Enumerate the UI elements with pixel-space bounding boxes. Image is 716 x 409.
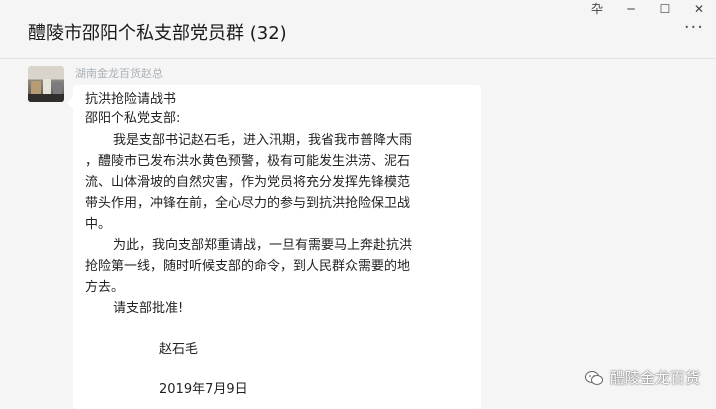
message-bubble[interactable]: 抗洪抢险请战书 邵阳个私党支部: 我是支部书记赵石毛，进入汛期，我省我市普降大雨… xyxy=(67,85,481,409)
title-bar: 醴陵市邵阳个私支部党员群 (32) 卆 ─ ☐ ✕ ··· xyxy=(0,0,716,59)
letter-line: 我是支部书记赵石毛，进入汛期，我省我市普降大雨 xyxy=(113,133,413,148)
minimize-button[interactable]: ─ xyxy=(614,0,648,20)
wechat-icon xyxy=(584,370,603,385)
letter-line: 中。 xyxy=(85,217,112,232)
chat-title: 醴陵市邵阳个私支部党员群 (32) xyxy=(28,23,287,44)
letter-date: 2019年7月9日 xyxy=(159,382,248,397)
letter-line: 流、山体滑坡的自然灾害，作为党员将充分发挥先锋模范 xyxy=(85,175,411,190)
pin-button[interactable]: 卆 xyxy=(580,0,614,20)
letter-line: 方去。 xyxy=(85,280,125,295)
letter-line: 抢险第一线，随时听候支部的命令，到人民群众需要的地 xyxy=(85,259,411,274)
letter-line: 带头作用，冲锋在前，全心尽力的参与到抗洪抢险保卫战 xyxy=(85,196,411,211)
watermark: 醴陵金龙百货 xyxy=(584,367,700,388)
letter-line: 请支部批准! xyxy=(113,301,184,316)
letter-salutation: 邵阳个私党支部: xyxy=(85,111,181,126)
letter-signature: 赵石毛 xyxy=(159,342,199,357)
more-dots-icon[interactable]: ··· xyxy=(684,19,704,37)
letter-line: ，醴陵市已发布洪水黄色预警，极有可能发生洪涝、泥石 xyxy=(85,154,411,169)
maximize-button[interactable]: ☐ xyxy=(648,0,682,20)
letter-title: 抗洪抢险请战书 xyxy=(85,92,177,107)
letter-line: 为此，我向支部郑重请战，一旦有需要马上奔赴抗洪 xyxy=(113,238,413,253)
avatar[interactable] xyxy=(28,66,64,102)
watermark-text: 醴陵金龙百货 xyxy=(609,369,700,387)
sender-name: 湖南金龙百货赵总 xyxy=(75,67,163,80)
chat-window: 醴陵市邵阳个私支部党员群 (32) 卆 ─ ☐ ✕ ··· 湖南金龙百货赵总 抗… xyxy=(0,0,716,409)
